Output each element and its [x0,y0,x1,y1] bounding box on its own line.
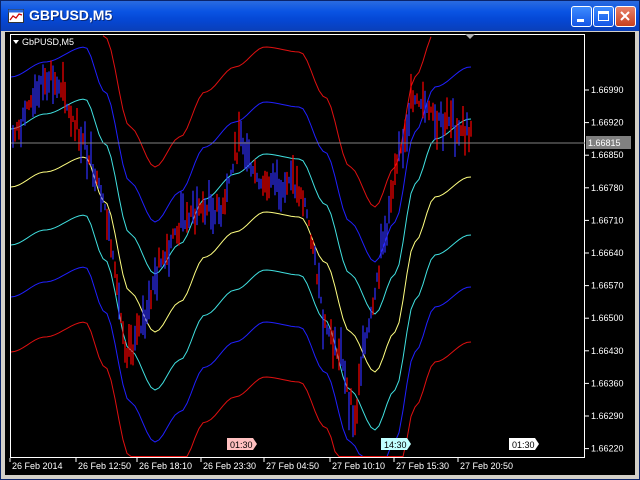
price-tick-label: 1.66290 [591,411,624,421]
time-tick-label: 27 Feb 04:50 [266,461,319,471]
price-tick-label: 1.66220 [591,444,624,454]
time-tick-label: 26 Feb 23:30 [203,461,256,471]
terminal-chart-window: GBPUSD,M5 1.66990 1.66920 1.66850 1.66780 1.… [0,0,640,480]
plot-border [10,34,585,458]
current-price-label: 1.66815 [586,136,631,149]
price-tick-label: 1.66430 [591,346,624,356]
price-tick-label: 1.66990 [591,85,624,95]
time-tick-label: 26 Feb 18:10 [139,461,192,471]
price-chart[interactable]: 1.66990 1.66920 1.66850 1.66780 1.66710 1.666… [5,32,635,475]
envelope-band-line [10,321,472,457]
time-tick-label: 27 Feb 10:10 [332,461,385,471]
chart-label: GbPUSD,M5 [22,37,74,47]
price-tick-label: 1.66500 [591,313,624,323]
chart-shift-icon[interactable] [465,34,475,39]
close-button[interactable] [615,6,636,27]
maximize-button[interactable] [593,6,614,27]
price-tick-label: 1.66640 [591,248,624,258]
chart-window-icon [8,9,24,23]
price-tick-label: 1.66780 [591,183,624,193]
session-markers: 01:30 14:30 01:30 [227,438,539,450]
session-marker-label: 01:30 [512,440,535,450]
minimize-icon [577,19,584,22]
envelope-bands [10,35,472,457]
title-bar[interactable]: GBPUSD,M5 [1,1,639,31]
close-icon [620,11,630,21]
price-tick-label: 1.66570 [591,281,624,291]
session-marker-label: 01:30 [230,440,253,450]
price-tick-label: 1.66920 [591,118,624,128]
triangle-down-icon[interactable] [13,40,19,44]
chart-area[interactable]: 1.66990 1.66920 1.66850 1.66780 1.66710 1.666… [5,32,635,475]
session-marker-label: 14:30 [384,440,407,450]
price-tick-label: 1.66850 [591,150,624,160]
price-tick-label: 1.66360 [591,378,624,388]
time-tick-label: 27 Feb 15:30 [396,461,449,471]
current-price-text: 1.66815 [588,138,621,148]
price-tick-label: 1.66710 [591,215,624,225]
time-tick-label: 27 Feb 20:50 [460,461,513,471]
minimize-button[interactable] [571,6,592,27]
maximize-icon [598,11,609,21]
window-title: GBPUSD,M5 [29,7,113,23]
time-tick-label: 26 Feb 12:50 [78,461,131,471]
time-axis: 26 Feb 2014 26 Feb 12:50 26 Feb 18:10 26 Fe… [9,458,513,471]
time-tick-label: 26 Feb 2014 [12,461,63,471]
